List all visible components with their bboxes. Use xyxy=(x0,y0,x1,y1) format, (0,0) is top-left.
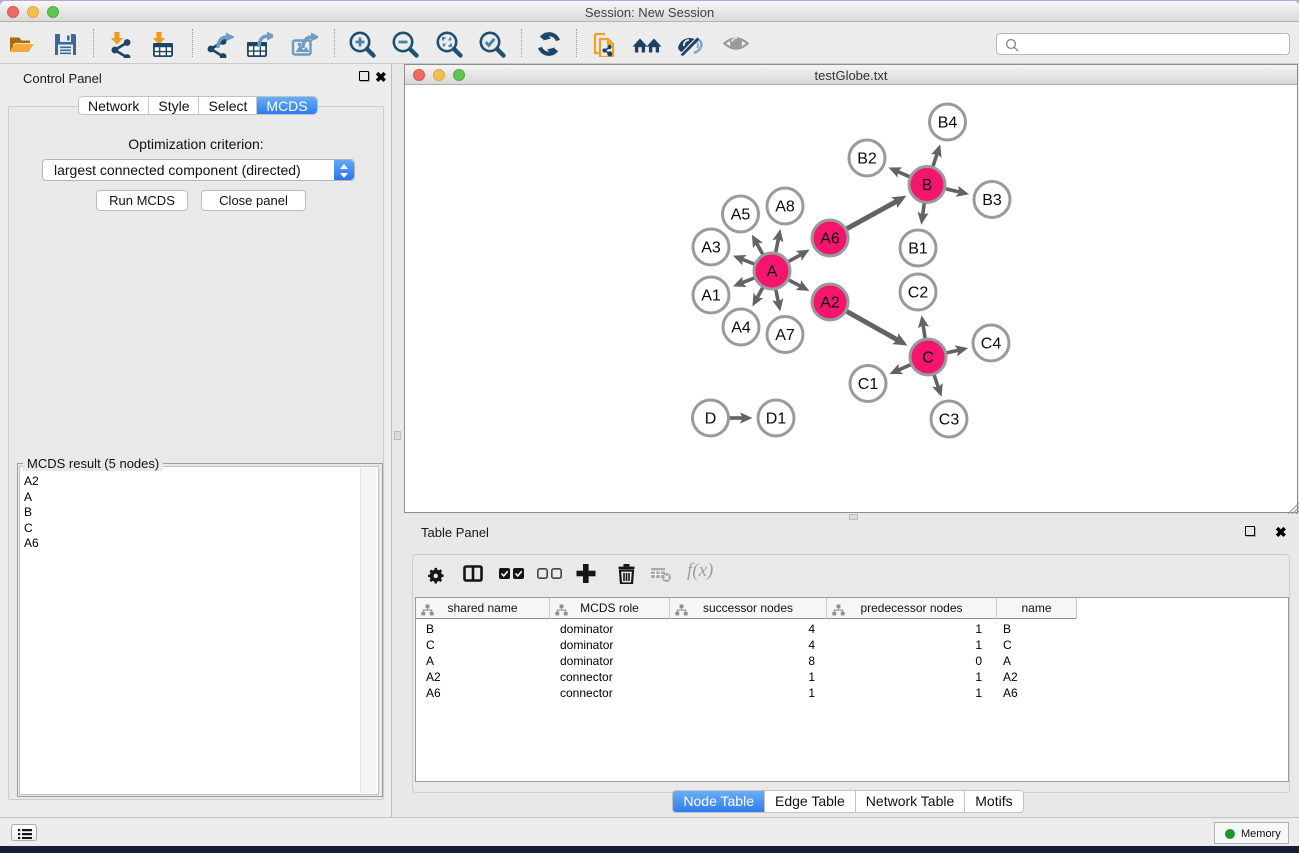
svg-text:A8: A8 xyxy=(775,199,795,216)
svg-text:B4: B4 xyxy=(938,115,958,132)
svg-text:C: C xyxy=(922,350,934,367)
svg-text:A5: A5 xyxy=(731,207,751,224)
svg-text:f(x): f(x) xyxy=(687,560,713,581)
svg-text:A: A xyxy=(767,264,778,281)
svg-text:A4: A4 xyxy=(731,320,751,337)
svg-text:A1: A1 xyxy=(701,288,721,305)
svg-text:B2: B2 xyxy=(857,151,877,168)
svg-text:C2: C2 xyxy=(908,285,929,302)
svg-text:C1: C1 xyxy=(858,376,879,393)
svg-text:C4: C4 xyxy=(981,336,1002,353)
svg-text:A3: A3 xyxy=(701,240,721,257)
svg-text:A6: A6 xyxy=(820,231,840,248)
svg-text:D1: D1 xyxy=(766,411,787,428)
svg-text:A2: A2 xyxy=(820,295,840,312)
svg-text:D: D xyxy=(705,411,717,428)
svg-text:B: B xyxy=(922,177,933,194)
svg-text:A7: A7 xyxy=(775,327,795,344)
svg-text:C3: C3 xyxy=(939,412,960,429)
svg-text:B3: B3 xyxy=(982,192,1002,209)
svg-text:B1: B1 xyxy=(908,241,928,258)
